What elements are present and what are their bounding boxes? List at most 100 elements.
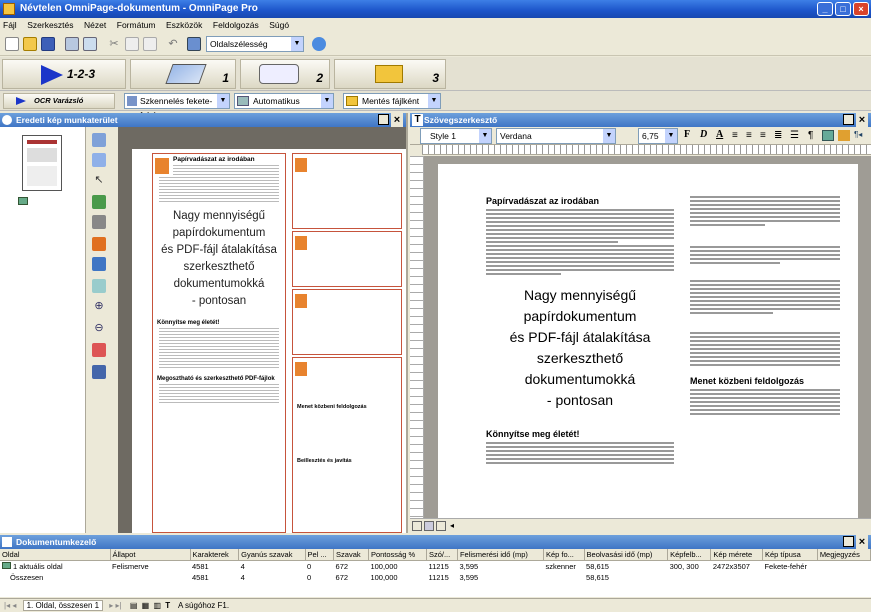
text-zone-icon[interactable] (92, 195, 106, 209)
col-header[interactable]: Kép mérete (710, 549, 763, 561)
menu-edit[interactable]: Szerkesztés (27, 20, 73, 30)
horizontal-scrollbar[interactable]: ◂ (410, 518, 871, 533)
scan-step-button[interactable]: 1 (130, 59, 236, 89)
table-zone-icon[interactable] (92, 257, 106, 271)
col-header[interactable]: Oldal (0, 549, 111, 561)
view-zones-icon[interactable]: ▦ (142, 601, 150, 610)
maximize-panel-icon[interactable] (843, 536, 854, 547)
maximize-button[interactable]: □ (835, 2, 851, 16)
align-left-icon[interactable]: ≡ (732, 130, 738, 141)
scroll-left-icon[interactable]: ◂ (450, 521, 454, 530)
page-view-icon[interactable] (187, 37, 201, 51)
justify-icon[interactable]: ≣ (774, 130, 782, 141)
size-select[interactable]: 6,75 ▼ (638, 128, 678, 144)
col-header[interactable]: Gyanús szavak (238, 549, 306, 561)
erase-zone-icon[interactable] (92, 215, 106, 229)
order-icon[interactable] (92, 343, 106, 357)
layout-select[interactable]: Automatikus ▼ (234, 93, 334, 109)
ocr-step-button[interactable]: 2 (240, 59, 330, 89)
col-header[interactable]: Karakterek (190, 549, 240, 561)
normal-view-icon[interactable] (412, 521, 422, 531)
original-image-view[interactable]: Papírvadászat az irodában Nagy mennyiség… (118, 127, 406, 533)
ruler[interactable] (422, 145, 871, 155)
page-view-select[interactable]: Oldalszélesség ▼ (206, 36, 304, 52)
align-center-icon[interactable]: ≡ (746, 130, 752, 141)
last-page-icon[interactable]: ▸| (116, 601, 122, 610)
first-page-icon[interactable]: |◂ (4, 601, 10, 610)
undo-icon[interactable]: ↶ (166, 37, 180, 51)
select-tool-icon[interactable] (92, 133, 106, 147)
next-page-icon[interactable]: ▸ (109, 601, 113, 610)
bold-button[interactable]: F (684, 129, 690, 140)
col-header[interactable]: Pel ... (305, 549, 335, 561)
col-header[interactable]: Pontosság % (368, 549, 427, 561)
zoom-in-icon[interactable]: ⊕ (92, 299, 106, 313)
col-header[interactable]: Felismerési idő (mp) (457, 549, 544, 561)
layout-value: Automatikus (253, 96, 300, 106)
print-icon[interactable] (65, 37, 79, 51)
view-text-icon[interactable]: T (165, 601, 170, 610)
page-indicator[interactable]: 1. Oldal, összesen 1 (22, 600, 104, 611)
col-header[interactable]: Megjegyzés (817, 549, 871, 561)
export-step-button[interactable]: 3 (334, 59, 446, 89)
bullets-icon[interactable]: ☰ (790, 130, 799, 141)
true-page-view-icon[interactable] (436, 521, 446, 531)
text-direction-icon[interactable]: ¶◂ (854, 130, 862, 139)
graphic-zone-icon[interactable] (92, 237, 106, 251)
col-header[interactable]: Szavak (333, 549, 369, 561)
close-panel-icon[interactable]: × (856, 535, 868, 549)
col-header[interactable]: Állapot (110, 549, 191, 561)
page-thumbnail[interactable] (22, 135, 62, 191)
flowing-view-icon[interactable] (424, 521, 434, 531)
col-header[interactable]: Kép fo... (543, 549, 585, 561)
maximize-panel-icon[interactable] (378, 114, 389, 125)
document-view[interactable]: Papírvadászat az irodában Nagy mennyiség… (410, 156, 871, 533)
cut-icon[interactable]: ✂ (107, 37, 121, 51)
paragraph-icon[interactable]: ¶ (808, 130, 813, 141)
help-icon[interactable] (312, 37, 326, 51)
underline-button[interactable]: A (716, 129, 723, 140)
ocr-wizard-button[interactable]: OCR Varázsló (3, 93, 115, 109)
prev-page-icon[interactable]: ◂ (12, 601, 16, 610)
scan-icon[interactable] (83, 37, 97, 51)
scan-source-select[interactable]: Szkennelés fekete-fehér ▼ (124, 93, 230, 120)
highlight-icon[interactable] (838, 130, 850, 141)
menu-format[interactable]: Formátum (117, 20, 156, 30)
minimize-button[interactable]: _ (817, 2, 833, 16)
auto-123-button[interactable]: 1-2-3 (2, 59, 126, 89)
open-icon[interactable] (23, 37, 37, 51)
zone-tool-icon[interactable] (92, 153, 106, 167)
new-icon[interactable] (5, 37, 19, 51)
grid-icon[interactable] (92, 365, 106, 379)
paste-icon[interactable] (143, 37, 157, 51)
font-select[interactable]: Verdana ▼ (496, 128, 616, 144)
view-grid-icon[interactable]: ▥ (153, 601, 161, 610)
chevron-down-icon: ▼ (428, 94, 440, 108)
table-row[interactable]: 1 aktuális oldal Felismerve 4581 4 0 672… (0, 561, 871, 573)
col-header[interactable]: Szó/... (426, 549, 458, 561)
style-select[interactable]: Style 1 ▼ (420, 128, 492, 144)
align-right-icon[interactable]: ≡ (760, 130, 766, 141)
copy-icon[interactable] (125, 37, 139, 51)
italic-button[interactable]: D (700, 129, 707, 140)
save-icon[interactable] (41, 37, 55, 51)
col-header[interactable]: Kép típusa (762, 549, 818, 561)
close-panel-icon[interactable]: × (856, 113, 868, 127)
image-insert-icon[interactable] (822, 130, 834, 141)
col-header[interactable]: Képfelb... (667, 549, 712, 561)
col-header[interactable]: Beolvasási idő (mp) (584, 549, 669, 561)
close-panel-icon[interactable]: × (391, 113, 403, 127)
menu-help[interactable]: Súgó (269, 20, 289, 30)
menu-process[interactable]: Feldolgozás (213, 20, 259, 30)
table-row[interactable]: Összesen 4581 4 0 672 100,000 11215 3,59… (0, 572, 871, 583)
view-original-icon[interactable]: ▤ (130, 601, 138, 610)
maximize-panel-icon[interactable] (843, 114, 854, 125)
menu-tools[interactable]: Eszközök (166, 20, 202, 30)
menu-file[interactable]: Fájl (3, 20, 17, 30)
zoom-out-icon[interactable]: ⊖ (92, 321, 106, 335)
close-button[interactable]: × (853, 2, 869, 16)
pointer-icon[interactable]: ↖ (92, 173, 106, 187)
save-as-select[interactable]: Mentés fájlként ▼ (343, 93, 441, 109)
rotate-icon[interactable] (92, 279, 106, 293)
menu-view[interactable]: Nézet (84, 20, 106, 30)
